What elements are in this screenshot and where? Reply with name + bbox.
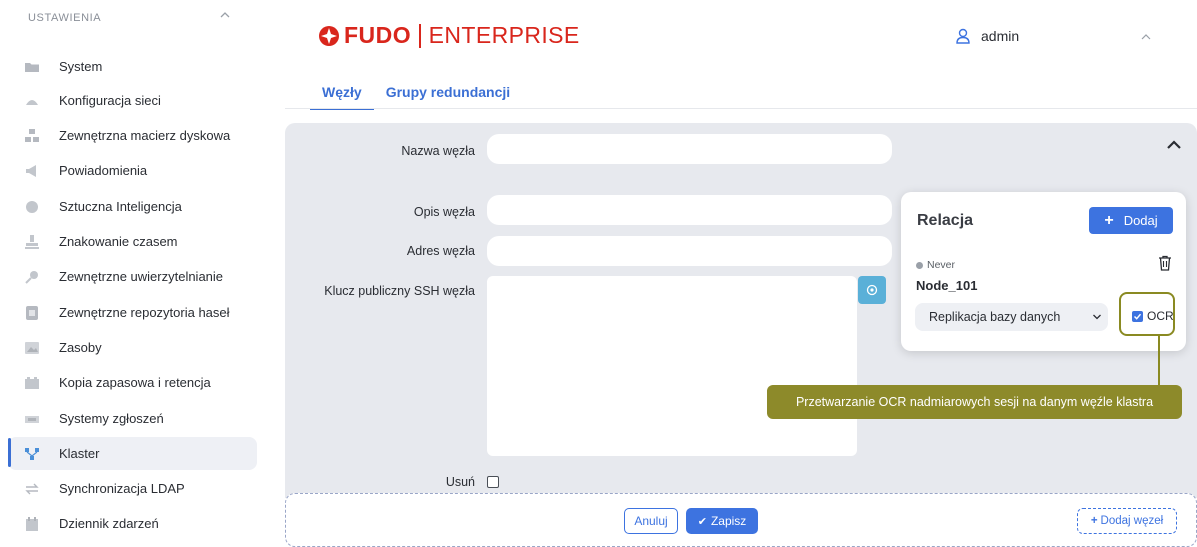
node-address-input[interactable] bbox=[487, 236, 892, 266]
sidebar-item-label: Powiadomienia bbox=[59, 163, 148, 178]
sidebar-item-label: Konfiguracja sieci bbox=[59, 93, 161, 108]
settings-sidebar: USTAWIENIA System Konfiguracja sieci Zew… bbox=[0, 0, 270, 547]
sidebar-item-backup[interactable]: Kopia zapasowa i retencja bbox=[8, 366, 257, 399]
ocr-highlight bbox=[1119, 292, 1175, 336]
sidebar-item-external-auth[interactable]: Zewnętrzne uwierzytelnianie bbox=[8, 260, 257, 293]
replication-type-select[interactable]: Replikacja bazy danych bbox=[915, 303, 1108, 331]
user-icon bbox=[956, 28, 970, 44]
callout-connector bbox=[1158, 336, 1160, 386]
sidebar-header: USTAWIENIA bbox=[28, 12, 102, 24]
sidebar-item-disk-array[interactable]: Zewnętrzna macierz dyskowa bbox=[8, 119, 257, 152]
tab-nodes[interactable]: Węzły bbox=[310, 84, 374, 110]
relation-status: Never bbox=[916, 259, 955, 271]
sidebar-item-label: Klaster bbox=[59, 446, 100, 461]
fudo-logo[interactable]: FUDO ENTERPRISE bbox=[318, 22, 580, 49]
sidebar-item-label: Systemy zgłoszeń bbox=[59, 411, 164, 426]
sidebar-item-network[interactable]: Konfiguracja sieci bbox=[8, 84, 257, 117]
delete-checkbox[interactable] bbox=[487, 476, 499, 488]
brain-icon bbox=[23, 198, 41, 216]
sidebar-item-password-vaults[interactable]: Zewnętrzne repozytoria haseł bbox=[8, 296, 257, 329]
sidebar-item-label: Zewnętrzna macierz dyskowa bbox=[59, 128, 231, 143]
node-name-input[interactable] bbox=[487, 134, 892, 164]
logo-edition: ENTERPRISE bbox=[428, 22, 580, 48]
add-relation-button[interactable]: + Dodaj bbox=[1089, 207, 1173, 234]
folder-icon bbox=[23, 58, 41, 76]
sidebar-item-ai[interactable]: Sztuczna Inteligencja bbox=[8, 190, 257, 223]
add-node-label: Dodaj węzeł bbox=[1100, 515, 1164, 527]
plus-icon: + bbox=[1090, 515, 1098, 527]
node-address-label: Adres węzła bbox=[406, 244, 475, 258]
sidebar-item-cluster[interactable]: Klaster bbox=[8, 437, 257, 470]
sidebar-item-resources[interactable]: Zasoby bbox=[8, 331, 257, 364]
active-indicator bbox=[8, 438, 11, 467]
add-node-button[interactable]: + Dodaj węzeł bbox=[1077, 508, 1177, 534]
plus-icon: + bbox=[1104, 211, 1114, 229]
sidebar-item-label: Kopia zapasowa i retencja bbox=[59, 375, 211, 390]
username: admin bbox=[981, 28, 1020, 44]
sidebar-item-label: Dziennik zdarzeń bbox=[59, 516, 159, 531]
sidebar-item-ticket-systems[interactable]: Systemy zgłoszeń bbox=[8, 402, 257, 435]
chevron-up-icon[interactable] bbox=[218, 8, 232, 22]
sidebar-item-event-log[interactable]: Dziennik zdarzeń bbox=[8, 507, 257, 540]
ssh-key-label: Klucz publiczny SSH węzła bbox=[324, 284, 475, 298]
node-desc-input[interactable] bbox=[487, 195, 892, 225]
tab-divider bbox=[285, 108, 1197, 109]
megaphone-icon bbox=[23, 162, 41, 180]
key-icon bbox=[23, 268, 41, 286]
logo-separator bbox=[419, 23, 421, 48]
node-desc-label: Opis węzła bbox=[413, 205, 475, 219]
status-dot-icon bbox=[916, 261, 923, 269]
cluster-icon bbox=[23, 445, 41, 463]
sidebar-item-label: Sztuczna Inteligencja bbox=[59, 199, 182, 214]
ssh-key-textarea[interactable] bbox=[487, 276, 857, 456]
cancel-button[interactable]: Anuluj bbox=[624, 508, 678, 534]
chevron-up-icon[interactable] bbox=[1140, 32, 1152, 42]
tab-bar: Węzły Grupy redundancji bbox=[310, 84, 522, 110]
sidebar-item-label: Znakowanie czasem bbox=[59, 234, 178, 249]
delete-label: Usuń bbox=[445, 475, 475, 489]
network-icon bbox=[23, 92, 41, 110]
sidebar-item-timestamping[interactable]: Znakowanie czasem bbox=[8, 225, 257, 258]
status-text: Never bbox=[927, 259, 956, 271]
disk-array-icon bbox=[23, 127, 41, 145]
vault-icon bbox=[23, 304, 41, 322]
sidebar-item-label: Zewnętrzne uwierzytelnianie bbox=[59, 269, 224, 284]
sidebar-item-system[interactable]: System bbox=[8, 50, 257, 83]
ocr-tooltip: Przetwarzanie OCR nadmiarowych sesji na … bbox=[767, 385, 1182, 419]
user-menu[interactable]: admin bbox=[955, 28, 1019, 44]
sync-icon bbox=[23, 480, 41, 498]
collapse-icon[interactable] bbox=[1166, 139, 1182, 151]
image-icon bbox=[23, 339, 41, 357]
stamp-icon bbox=[23, 233, 41, 251]
fudo-emblem-icon bbox=[319, 25, 339, 46]
archive-icon bbox=[23, 374, 41, 392]
sidebar-item-label: Synchronizacja LDAP bbox=[59, 481, 185, 496]
trash-icon[interactable] bbox=[1158, 255, 1172, 271]
sidebar-item-label: System bbox=[59, 59, 103, 74]
save-label: Zapisz bbox=[710, 514, 747, 528]
calendar-icon bbox=[23, 515, 41, 533]
sidebar-item-label: Zewnętrzne repozytoria haseł bbox=[59, 305, 230, 320]
ticket-icon bbox=[23, 410, 41, 428]
relation-node-name: Node_101 bbox=[916, 278, 978, 293]
select-value: Replikacja bazy danych bbox=[929, 310, 1061, 324]
show-key-button[interactable] bbox=[858, 276, 886, 304]
relation-title: Relacja bbox=[917, 212, 974, 229]
eye-icon bbox=[866, 284, 878, 296]
save-button[interactable]: ✔ Zapisz bbox=[686, 508, 758, 534]
check-icon: ✔ bbox=[697, 515, 707, 528]
sidebar-item-ldap-sync[interactable]: Synchronizacja LDAP bbox=[8, 472, 257, 505]
sidebar-item-label: Zasoby bbox=[59, 340, 102, 355]
chevron-down-icon bbox=[1093, 314, 1101, 320]
tab-redundancy-groups[interactable]: Grupy redundancji bbox=[374, 84, 522, 110]
add-relation-label: Dodaj bbox=[1123, 213, 1158, 228]
node-name-label: Nazwa węzła bbox=[401, 144, 475, 158]
sidebar-item-notifications[interactable]: Powiadomienia bbox=[8, 154, 257, 187]
logo-brand: FUDO bbox=[344, 22, 412, 48]
